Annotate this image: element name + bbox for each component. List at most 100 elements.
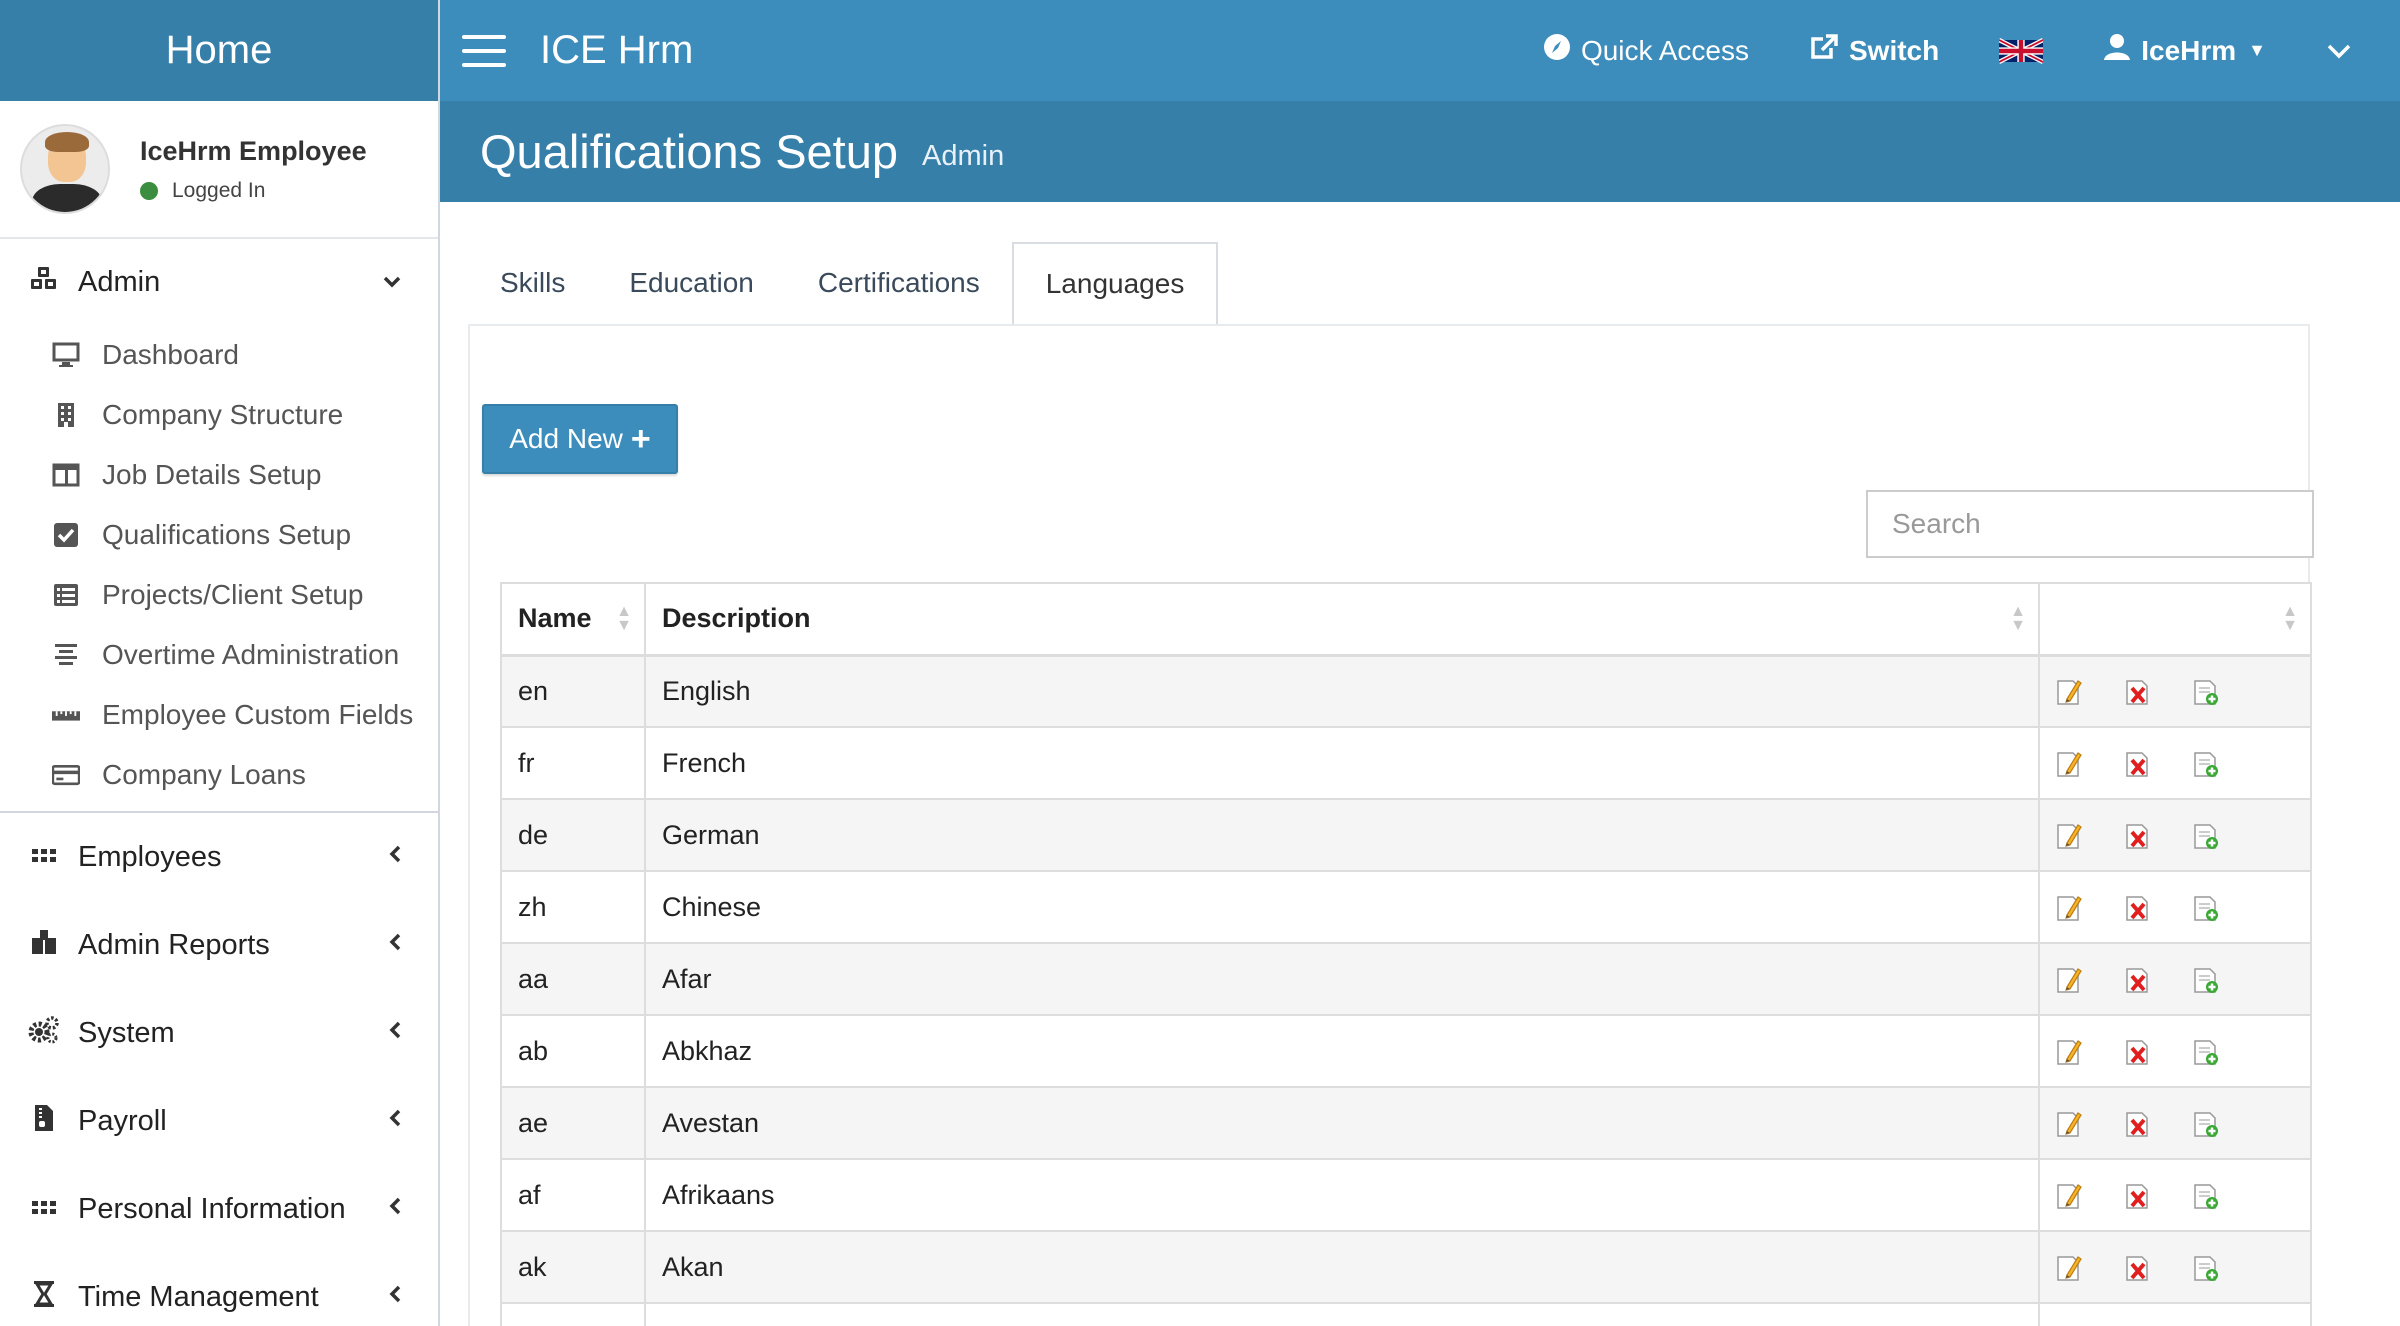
cell-name: en [500, 654, 646, 728]
delete-icon[interactable] [2123, 965, 2153, 995]
column-header-actions[interactable]: ▲ ▼ [2038, 582, 2312, 657]
sidebar-item-company-structure[interactable]: Company Structure [0, 385, 438, 445]
sidebar: Home IceHrm Employee Logged In Admin Das… [0, 0, 440, 1326]
edit-icon[interactable] [2054, 1109, 2084, 1139]
edit-icon[interactable] [2054, 749, 2084, 779]
home-link[interactable]: Home [0, 0, 438, 101]
grid-icon [28, 1194, 60, 1225]
sidebar-item-company-loans[interactable]: Company Loans [0, 745, 438, 805]
edit-icon[interactable] [2054, 893, 2084, 923]
cell-name: zh [500, 870, 646, 944]
menu-toggle-icon[interactable] [462, 34, 506, 67]
edit-icon[interactable] [2054, 1181, 2084, 1211]
sidebar-section-admin[interactable]: Admin [0, 239, 438, 325]
table-row[interactable]: ak Akan [500, 1230, 2312, 1304]
table-row[interactable]: am Amharic [500, 1302, 2312, 1326]
sidebar-item-qualifications-setup[interactable]: Qualifications Setup [0, 505, 438, 565]
table-row[interactable]: en English [500, 654, 2312, 728]
document-icon [28, 1104, 60, 1139]
sidebar-section-time-management[interactable]: Time Management [0, 1253, 438, 1326]
sidebar-section-label: System [78, 1016, 175, 1049]
tab-languages[interactable]: Languages [1011, 242, 1219, 324]
copy-icon[interactable] [2191, 677, 2221, 707]
app-title: ICE Hrm [540, 28, 694, 72]
sidebar-section-employees[interactable]: Employees [0, 813, 438, 901]
table-row[interactable]: af Afrikaans [500, 1158, 2312, 1232]
copy-icon[interactable] [2191, 1109, 2221, 1139]
copy-icon[interactable] [2191, 893, 2221, 923]
copy-icon[interactable] [2191, 1181, 2221, 1211]
uk-flag-icon[interactable] [1999, 36, 2044, 66]
user-menu[interactable]: IceHrm ▼ [2103, 33, 2266, 68]
quick-access-label: Quick Access [1580, 34, 1749, 66]
cell-name: aa [500, 942, 646, 1016]
cell-description: Amharic [644, 1302, 2040, 1326]
plus-icon: + [630, 419, 651, 458]
sidebar-section-label: Personal Information [78, 1192, 346, 1225]
delete-icon[interactable] [2123, 1253, 2153, 1283]
sidebar-item-projects-client-setup[interactable]: Projects/Client Setup [0, 565, 438, 625]
sidebar-item-dashboard[interactable]: Dashboard [0, 325, 438, 385]
delete-icon[interactable] [2123, 1037, 2153, 1067]
switch-button[interactable]: Switch [1809, 33, 1939, 68]
delete-icon[interactable] [2123, 821, 2153, 851]
edit-icon[interactable] [2054, 1253, 2084, 1283]
copy-icon[interactable] [2191, 1253, 2221, 1283]
cell-name: af [500, 1158, 646, 1232]
column-header-description[interactable]: Description ▲ ▼ [644, 582, 2040, 657]
chevron-left-icon [388, 1019, 402, 1047]
sidebar-item-employee-custom-fields[interactable]: Employee Custom Fields [0, 685, 438, 745]
tab-education[interactable]: Education [597, 242, 786, 324]
copy-icon[interactable] [2191, 965, 2221, 995]
sidebar-item-overtime-administration[interactable]: Overtime Administration [0, 625, 438, 685]
top-navbar: ICE Hrm Quick Access Switch IceHrm ▼ [440, 0, 2400, 101]
cell-name: ae [500, 1086, 646, 1160]
sidebar-section-label: Admin [78, 265, 161, 298]
table-row[interactable]: ab Abkhaz [500, 1014, 2312, 1088]
sort-icon: ▲ ▼ [616, 602, 632, 634]
delete-icon[interactable] [2123, 749, 2153, 779]
sidebar-section-payroll[interactable]: Payroll [0, 1077, 438, 1165]
table-body: en English fr French de German zh Chines… [500, 654, 2312, 1326]
delete-icon[interactable] [2123, 1181, 2153, 1211]
sidebar-item-label: Projects/Client Setup [102, 579, 364, 610]
cell-name: ak [500, 1230, 646, 1304]
copy-icon[interactable] [2191, 1037, 2221, 1067]
tab-skills[interactable]: Skills [468, 242, 597, 324]
delete-icon[interactable] [2123, 677, 2153, 707]
sidebar-section-personal-information[interactable]: Personal Information [0, 1165, 438, 1253]
user-status: Logged In [140, 179, 367, 203]
page-subtitle: Admin [922, 140, 1005, 172]
copy-icon[interactable] [2191, 749, 2221, 779]
sidebar-item-job-details-setup[interactable]: Job Details Setup [0, 445, 438, 505]
table-row[interactable]: zh Chinese [500, 870, 2312, 944]
columns-icon [52, 461, 80, 489]
edit-icon[interactable] [2054, 1037, 2084, 1067]
sidebar-section-system[interactable]: System [0, 989, 438, 1077]
sidebar-section-admin-reports[interactable]: Admin Reports [0, 901, 438, 989]
tab-certifications[interactable]: Certifications [786, 242, 1012, 324]
column-header-name[interactable]: Name ▲ ▼ [500, 582, 646, 657]
table-row[interactable]: ae Avestan [500, 1086, 2312, 1160]
delete-icon[interactable] [2123, 1109, 2153, 1139]
table-row[interactable]: aa Afar [500, 942, 2312, 1016]
cell-actions [2038, 870, 2312, 944]
table-row[interactable]: fr French [500, 726, 2312, 800]
sidebar-item-label: Employee Custom Fields [102, 699, 414, 730]
table-row[interactable]: de German [500, 798, 2312, 872]
edit-icon[interactable] [2054, 821, 2084, 851]
cell-description: Chinese [644, 870, 2040, 944]
add-new-button[interactable]: Add New + [482, 404, 678, 474]
sidebar-section-label: Payroll [78, 1104, 167, 1137]
sidebar-item-label: Qualifications Setup [102, 519, 352, 550]
edit-icon[interactable] [2054, 965, 2084, 995]
cell-actions [2038, 942, 2312, 1016]
edit-icon[interactable] [2054, 677, 2084, 707]
search-input[interactable] [1866, 490, 2314, 558]
chevron-down-icon[interactable] [2326, 34, 2352, 68]
copy-icon[interactable] [2191, 821, 2221, 851]
checkbox-icon [52, 521, 80, 549]
delete-icon[interactable] [2123, 893, 2153, 923]
quick-access-button[interactable]: Quick Access [1543, 33, 1749, 68]
cubes-icon [28, 929, 60, 962]
